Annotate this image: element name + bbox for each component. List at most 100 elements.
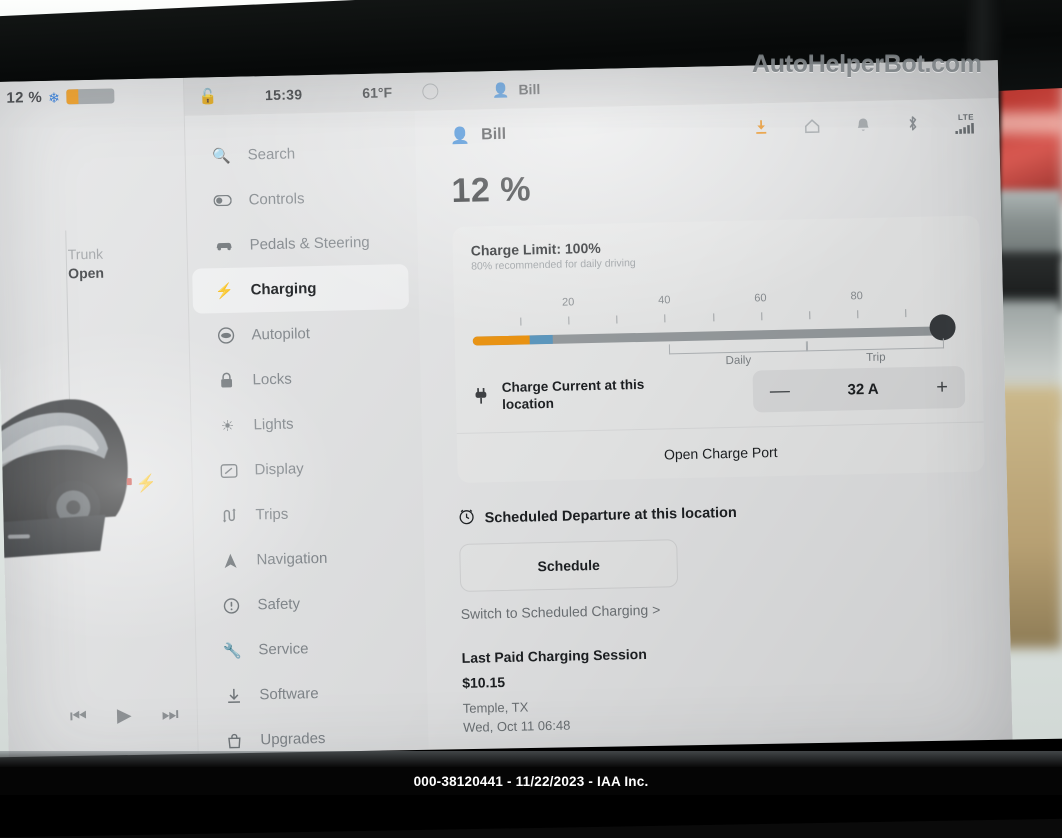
charge-port-indicator (126, 478, 132, 486)
sidebar-item-display[interactable]: Display (196, 444, 413, 494)
sidebar-item-label: Software (259, 685, 319, 704)
last-session-title: Last Paid Charging Session (461, 645, 647, 666)
warning-circle-icon (221, 597, 241, 614)
lightning-bolt-icon: ⚡ (215, 282, 235, 300)
switch-to-scheduled-charging-link[interactable]: Switch to Scheduled Charging > (461, 594, 988, 622)
sidebar-item-label: Service (258, 640, 309, 659)
trunk-title: Trunk (67, 245, 104, 263)
sidebar-item-label: Display (254, 460, 304, 479)
sidebar-item-pedals-steering[interactable]: Pedals & Steering (191, 219, 408, 269)
sidebar-item-label: Upgrades (260, 729, 326, 749)
charge-limit-slider[interactable]: 20 40 60 80 Daily Trip (471, 268, 964, 367)
sidebar-item-label: Navigation (256, 549, 328, 569)
sidebar-item-label: Trips (255, 505, 289, 524)
sidebar-item-lights[interactable]: ☀ Lights (195, 399, 412, 449)
sidebar-item-label: Autopilot (251, 325, 311, 344)
bluetooth-icon[interactable] (906, 115, 919, 137)
sidebar-item-trips[interactable]: Trips (197, 489, 414, 539)
sidebar-item-label: Search (247, 145, 296, 164)
driver-profile-chip[interactable]: 👤 Bill (492, 81, 541, 99)
person-icon: 👤 (491, 81, 510, 98)
increase-current-button[interactable]: + (936, 376, 948, 399)
red-vehicle-highlight (992, 112, 1062, 134)
outside-temperature: 61°F (362, 84, 393, 101)
decrease-current-button[interactable]: — (770, 379, 790, 402)
daily-range-label: Daily (725, 354, 752, 368)
bag-icon (224, 732, 244, 748)
scheduled-departure-heading: Scheduled Departure at this location (458, 497, 985, 527)
battery-percent-display: 12 % (451, 170, 532, 211)
fan-dial-icon[interactable] (421, 83, 439, 100)
battery-status: 12 % ❄ (6, 87, 115, 107)
battery-percent-label: 12 % (6, 88, 43, 107)
home-icon[interactable] (804, 118, 820, 138)
signal-bars (955, 122, 977, 137)
snowflake-icon: ❄ (47, 89, 61, 106)
charge-port-bolt-icon: ⚡ (135, 473, 158, 494)
media-play-icon[interactable]: ▶ (117, 704, 132, 727)
media-previous-icon[interactable]: ⏮ (70, 706, 88, 728)
charge-current-value: 32 A (847, 380, 879, 398)
slider-handle[interactable] (929, 314, 956, 341)
sidebar-item-search[interactable]: 🔍 Search (189, 129, 406, 179)
sidebar-item-label: Controls (248, 190, 305, 209)
sidebar-item-navigation[interactable]: Navigation (198, 534, 415, 584)
last-paid-session: Last Paid Charging Session $10.15 Temple… (462, 638, 991, 736)
sidebar-item-controls[interactable]: Controls (190, 174, 407, 224)
scheduled-departure-text: Scheduled Departure at this location (484, 504, 737, 526)
bell-icon[interactable] (856, 116, 870, 137)
sidebar-item-service[interactable]: 🔧 Service (200, 624, 417, 674)
sidebar-item-label: Safety (257, 595, 301, 614)
plug-icon (474, 387, 488, 408)
wrench-icon: 🔧 (222, 642, 242, 660)
sidebar-item-software[interactable]: Software (201, 669, 418, 719)
person-icon: 👤 (450, 127, 471, 146)
car-icon (213, 239, 233, 251)
charge-current-row: Charge Current at this location — 32 A + (473, 352, 966, 433)
current-charge-segment (472, 335, 530, 346)
settings-sidebar[interactable]: 🔍 Search Controls Pedals & Steering ⚡ Ch… (184, 110, 430, 778)
trips-icon (219, 508, 239, 523)
sidebar-item-autopilot[interactable]: Autopilot (193, 309, 410, 359)
center-touchscreen: 12 % ❄ Trunk Open ⚡ ⏮ ▶ ⏭ 🔓 15:39 61°F 👤… (0, 60, 1014, 782)
sidebar-item-label: Locks (252, 370, 292, 389)
sun-icon: ☀ (220, 417, 235, 435)
sidebar-item-locks[interactable]: Locks (194, 354, 411, 404)
tick-label-40: 40 (658, 294, 671, 307)
tick-label-80: 80 (850, 290, 863, 303)
media-controls[interactable]: ⏮ ▶ ⏭ (70, 703, 179, 728)
media-next-icon[interactable]: ⏭ (161, 704, 179, 726)
cold-charge-segment (529, 334, 554, 345)
download-arrow-icon[interactable] (754, 119, 768, 140)
sidebar-item-safety[interactable]: Safety (199, 579, 416, 629)
download-icon (223, 687, 243, 703)
main-header: 👤 Bill LTE (450, 113, 977, 148)
charging-panel: 👤 Bill LTE 12 % Charge Limit: 100% 80% r… (414, 98, 1014, 773)
lte-signal-icon[interactable]: LTE (955, 113, 978, 137)
sidebar-item-label: Lights (253, 415, 294, 434)
open-charge-port-button[interactable]: Open Charge Port (456, 421, 985, 483)
charge-current-stepper[interactable]: — 32 A + (752, 365, 966, 413)
navigation-arrow-icon (220, 552, 240, 568)
screen-surface: 12 % ❄ Trunk Open ⚡ ⏮ ▶ ⏭ 🔓 15:39 61°F 👤… (0, 60, 1014, 782)
trunk-status: Trunk Open (68, 245, 105, 284)
display-icon (218, 463, 238, 478)
profile-chip[interactable]: 👤 Bill (450, 125, 506, 146)
sidebar-item-label: Pedals & Steering (249, 233, 370, 254)
charge-current-label-group: Charge Current at this location (474, 377, 663, 415)
sidebar-item-label: Charging (250, 280, 317, 299)
charge-limit-card: Charge Limit: 100% 80% recommended for d… (452, 215, 985, 483)
tick-label-20: 20 (561, 296, 575, 309)
trip-range-bracket (806, 338, 945, 352)
watermark: AutoHelperBot.com (752, 50, 982, 78)
schedule-button[interactable]: Schedule (459, 539, 679, 592)
last-session-amount: $10.15 (462, 673, 506, 691)
vehicle-illustration (0, 399, 128, 563)
profile-name: Bill (481, 125, 507, 144)
sidebar-item-charging[interactable]: ⚡ Charging (192, 264, 410, 314)
battery-fill (65, 89, 79, 105)
unlocked-padlock-icon[interactable]: 🔓 (198, 87, 217, 105)
search-icon: 🔍 (212, 147, 232, 165)
toggle-icon (213, 194, 233, 207)
padlock-icon (216, 372, 236, 389)
